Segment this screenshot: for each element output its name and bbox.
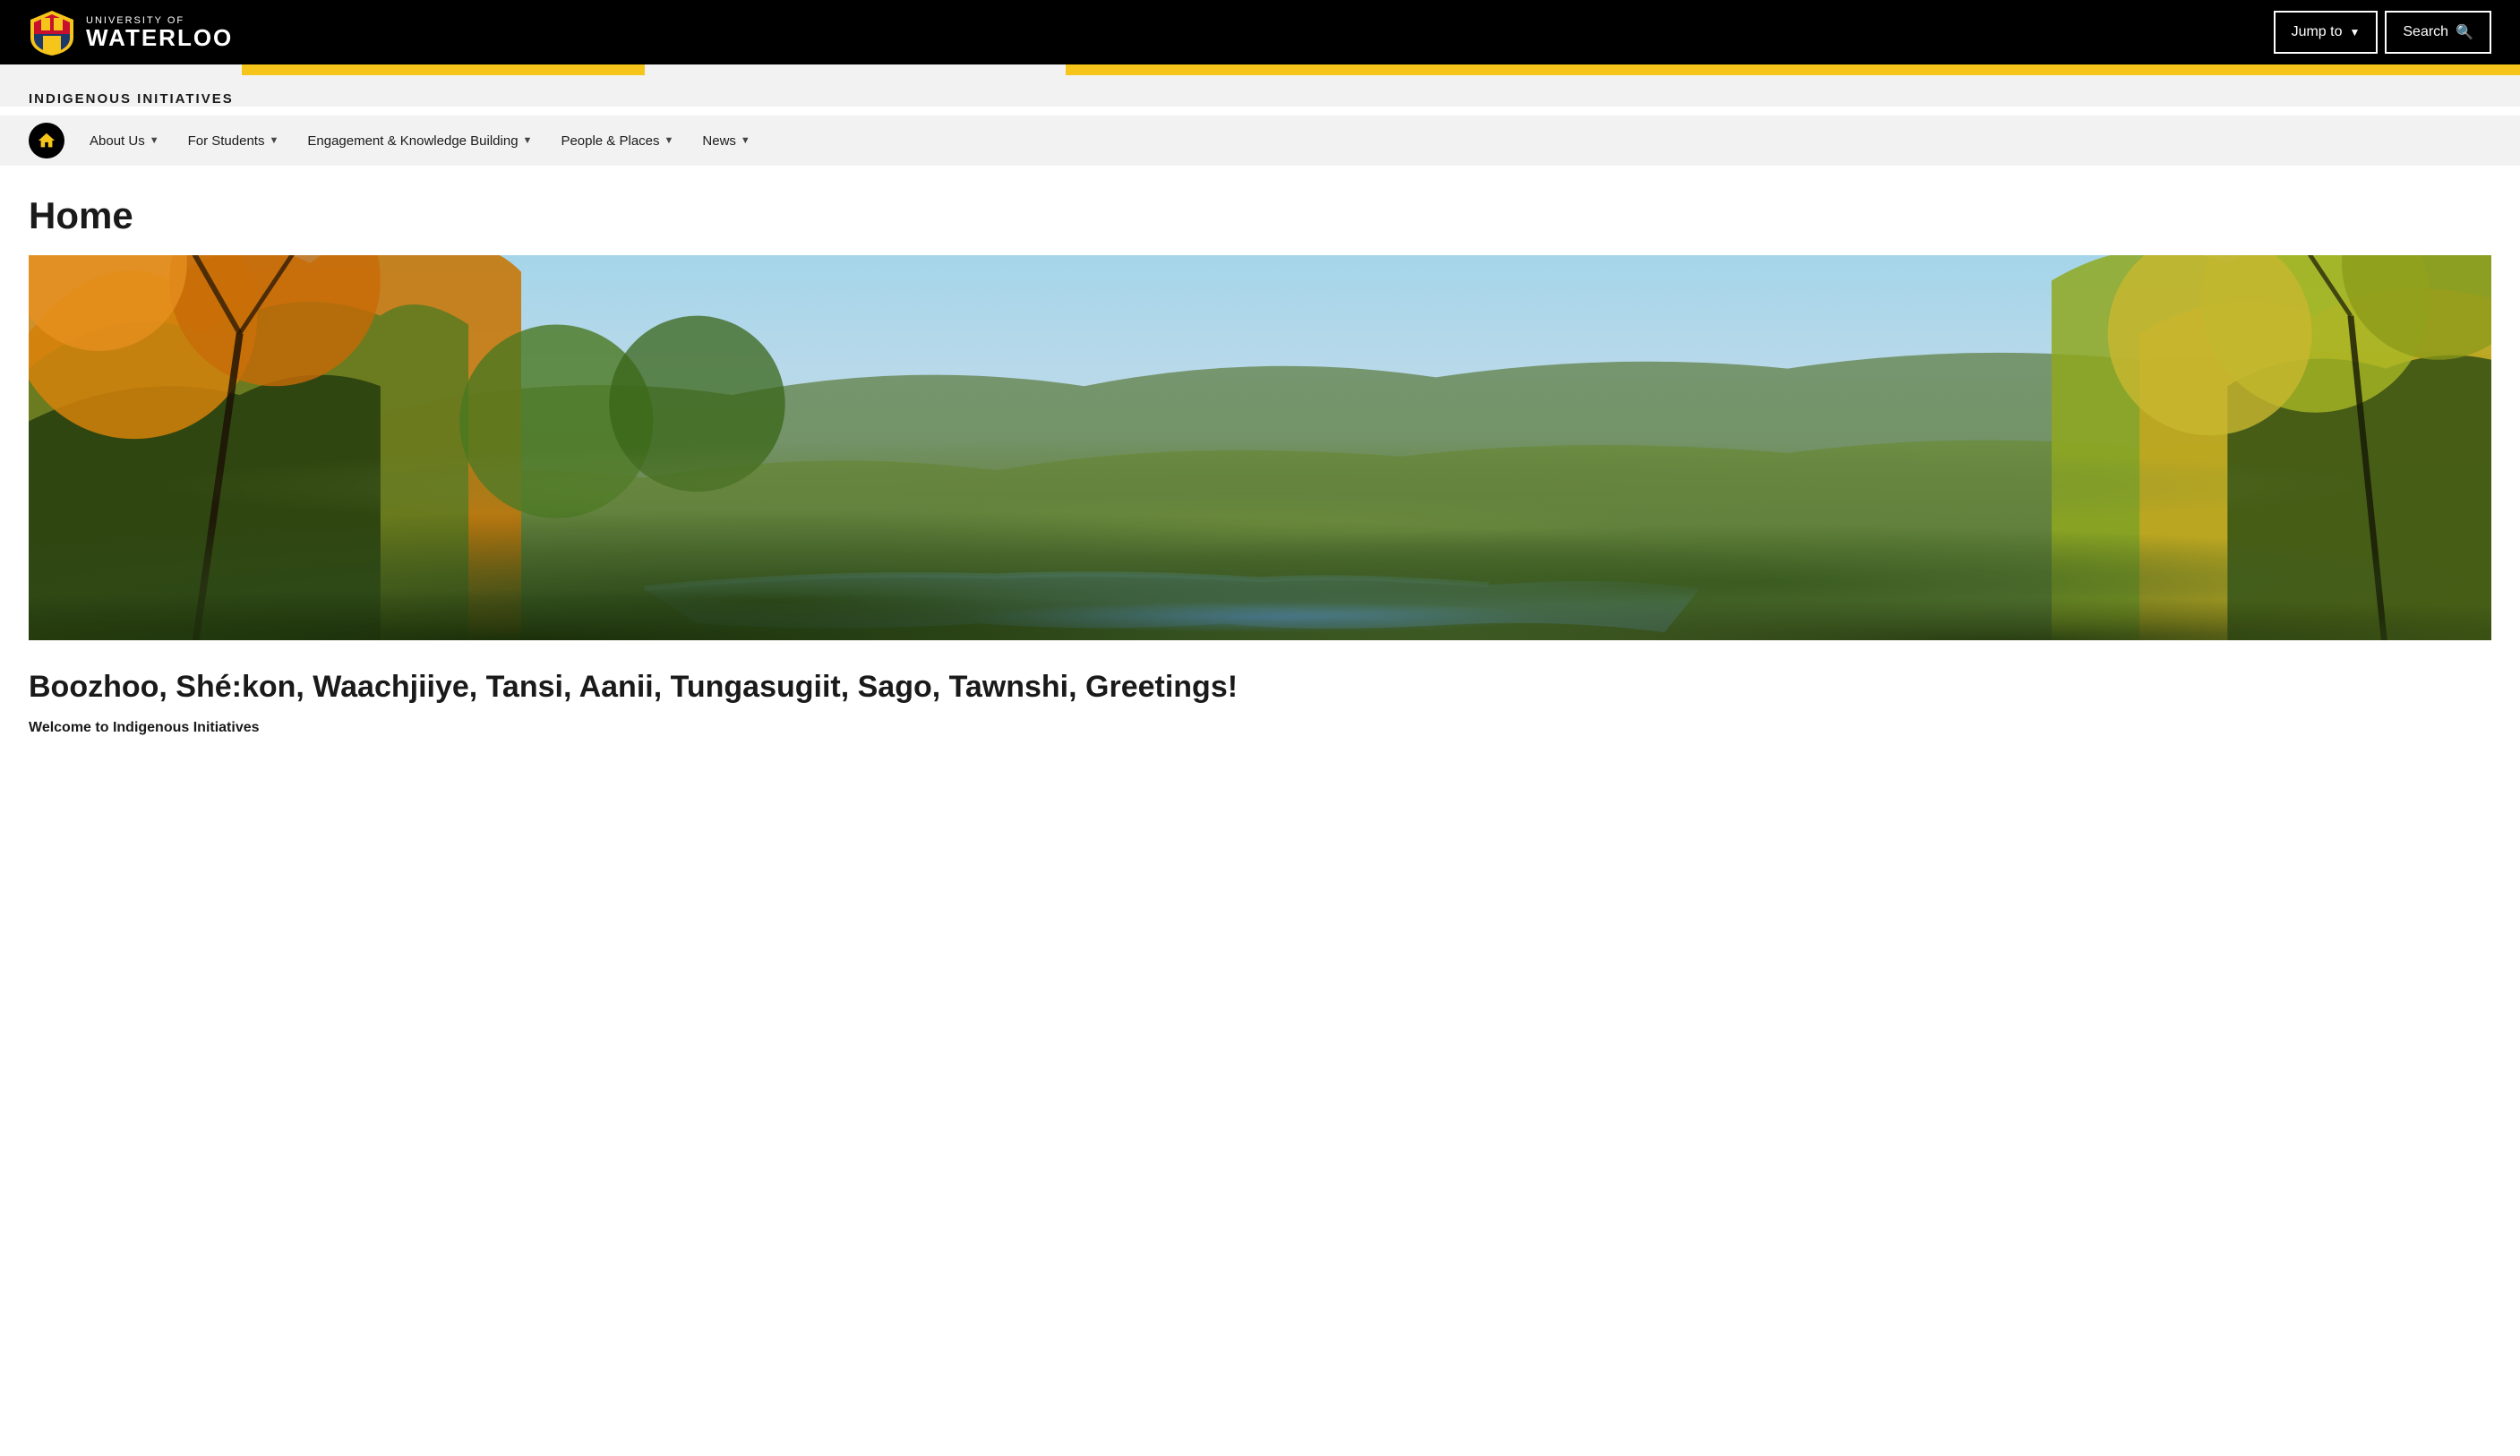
color-bar-seg3 xyxy=(645,64,1066,75)
section-title: INDIGENOUS INITIATIVES xyxy=(29,91,2491,107)
hero-svg xyxy=(29,255,2491,640)
hero-landscape-image xyxy=(29,255,2491,640)
header-controls: Jump to ▼ Search 🔍 xyxy=(2274,11,2491,54)
logo-text: UNIVERSITY OF WATERLOO xyxy=(86,16,233,49)
color-bar-seg1 xyxy=(0,64,242,75)
for-students-chevron-icon: ▼ xyxy=(269,135,279,146)
jump-to-chevron-icon: ▼ xyxy=(2349,26,2360,39)
news-chevron-icon: ▼ xyxy=(741,135,750,146)
nav-item-people-places[interactable]: People & Places ▼ xyxy=(546,116,688,166)
nav-item-about-us[interactable]: About Us ▼ xyxy=(75,116,174,166)
section-header: INDIGENOUS INITIATIVES xyxy=(0,75,2520,107)
page-content: Home xyxy=(0,166,2520,736)
search-icon: 🔍 xyxy=(2456,23,2473,41)
greeting-heading: Boozhoo, Shé:kon, Waachjiiye, Tansi, Aan… xyxy=(29,669,2491,706)
waterloo-label: WATERLOO xyxy=(86,26,233,49)
home-icon xyxy=(37,131,56,150)
hero-image-container xyxy=(29,255,2491,640)
color-bar xyxy=(0,64,2520,75)
university-shield-icon xyxy=(29,9,75,56)
color-bar-seg2 xyxy=(242,64,645,75)
about-us-chevron-icon: ▼ xyxy=(150,135,159,146)
main-navigation: About Us ▼ For Students ▼ Engagement & K… xyxy=(0,116,2520,166)
top-header: UNIVERSITY OF WATERLOO Jump to ▼ Search … xyxy=(0,0,2520,64)
search-button[interactable]: Search 🔍 xyxy=(2385,11,2491,54)
page-title: Home xyxy=(29,194,2491,237)
nav-item-engagement[interactable]: Engagement & Knowledge Building ▼ xyxy=(293,116,546,166)
logo-area: UNIVERSITY OF WATERLOO xyxy=(29,9,233,56)
people-places-chevron-icon: ▼ xyxy=(664,135,674,146)
home-button[interactable] xyxy=(29,123,64,158)
jump-to-button[interactable]: Jump to ▼ xyxy=(2274,11,2379,54)
nav-item-for-students[interactable]: For Students ▼ xyxy=(174,116,294,166)
nav-item-news[interactable]: News ▼ xyxy=(688,116,764,166)
color-bar-seg4 xyxy=(1066,64,2520,75)
engagement-chevron-icon: ▼ xyxy=(523,135,533,146)
welcome-subheading: Welcome to Indigenous Initiatives xyxy=(29,720,2491,736)
